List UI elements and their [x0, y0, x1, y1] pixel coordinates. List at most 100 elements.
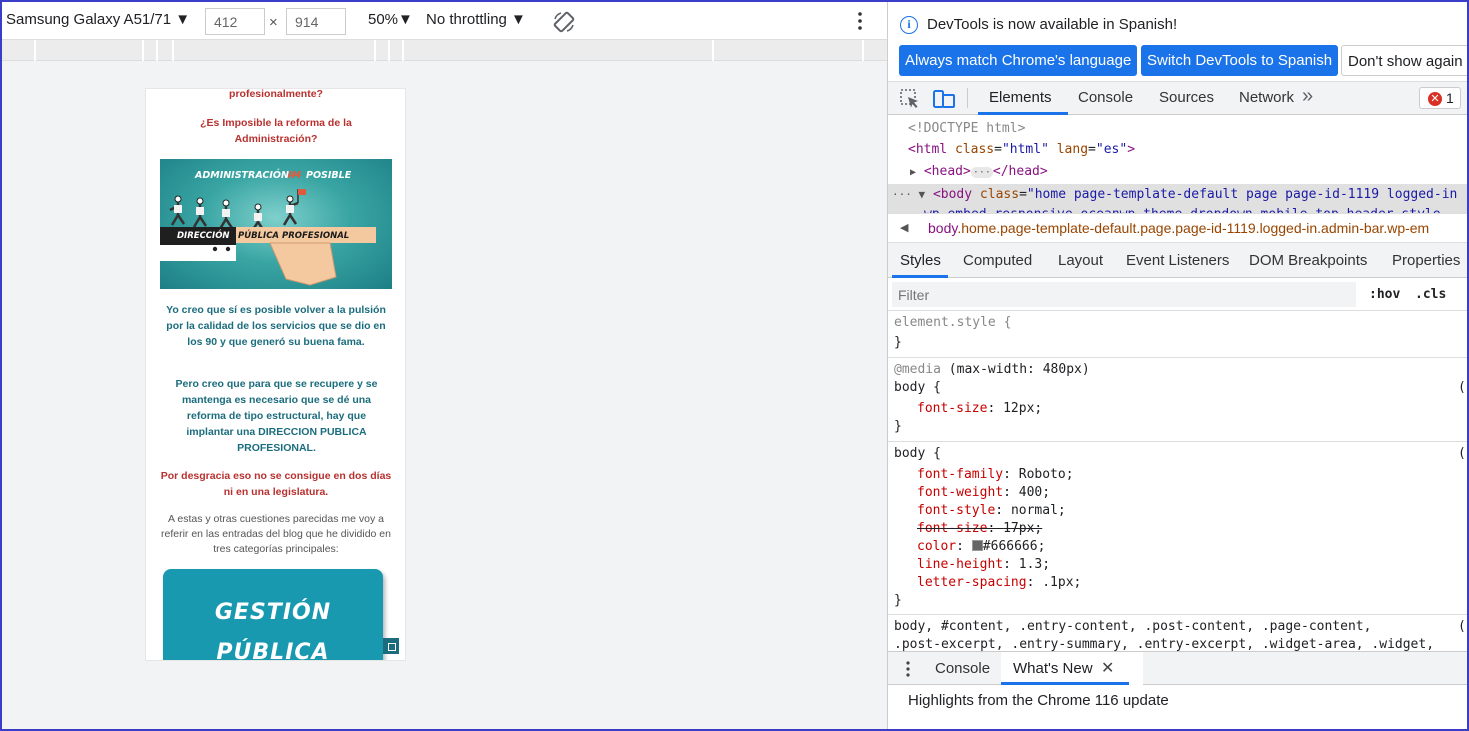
css-property: letter-spacing: [917, 575, 1027, 590]
page-paragraph: Pero creo que para que se recupere y se …: [175, 378, 378, 454]
whats-new-headline: Highlights from the Chrome 116 update: [908, 692, 1169, 709]
more-options-icon[interactable]: [850, 8, 870, 34]
tab-network[interactable]: Network: [1239, 89, 1294, 106]
css-declaration[interactable]: font-weight: 400;: [917, 484, 1050, 502]
infobar-message: DevTools is now available in Spanish!: [927, 16, 1178, 33]
css-declaration[interactable]: font-style: normal;: [917, 502, 1066, 520]
media-query: @media (max-width: 480px): [894, 361, 1090, 379]
card-title: GESTIÓN PÚBLICA: [163, 593, 383, 660]
language-infobar: i DevTools is now available in Spanish! …: [888, 2, 1467, 82]
dont-show-again-button[interactable]: Don't show again: [1341, 45, 1467, 76]
attr-value: "es": [1095, 142, 1128, 157]
page-paragraph: Yo creo que sí es posible volver a la pu…: [166, 304, 386, 348]
ruler-tick: [712, 40, 714, 61]
inspect-element-icon[interactable]: [899, 88, 921, 110]
css-value: 17px;: [1003, 521, 1043, 536]
breadcrumb-tag: body: [928, 220, 958, 236]
tab-dom-breakpoints[interactable]: DOM Breakpoints: [1249, 252, 1367, 269]
drawer-tabs: Console What's New ✕: [888, 651, 1467, 685]
source-link[interactable]: (: [1458, 379, 1466, 397]
rule-close: }: [894, 335, 902, 350]
css-declaration[interactable]: line-height: 1.3;: [917, 556, 1050, 574]
css-declaration[interactable]: color: #666666;: [917, 538, 1045, 556]
collapsed-ellipsis[interactable]: ···: [970, 167, 993, 178]
breadcrumb: ◀ body.home.page-template-default.page.p…: [888, 213, 1467, 243]
drawer-tab-console[interactable]: Console: [935, 660, 990, 677]
rule-selector[interactable]: element.style {: [894, 314, 1011, 332]
tab-layout[interactable]: Layout: [1058, 252, 1103, 269]
ruler-tick: [142, 40, 144, 61]
times-label: ×: [269, 14, 278, 31]
dom-html-node[interactable]: <html class="html" lang="es">: [908, 139, 1135, 161]
device-select[interactable]: Samsung Galaxy A51/71 ▼: [6, 11, 190, 28]
scroll-left-icon[interactable]: ◀: [900, 214, 908, 242]
error-counter-badge[interactable]: ✕ 1: [1419, 87, 1461, 109]
attr-name: class: [979, 187, 1020, 202]
dom-head-node[interactable]: ▶ <head> ··· </head>: [910, 161, 1048, 184]
error-count: 1: [1446, 90, 1454, 106]
rule-close: }: [894, 419, 902, 434]
device-toolbar-toggle-icon[interactable]: [932, 88, 956, 110]
hover-state-toggle[interactable]: :hov: [1369, 287, 1400, 302]
tab-styles[interactable]: Styles: [900, 252, 941, 269]
category-card-gestion-publica[interactable]: GESTIÓN PÚBLICA: [163, 569, 383, 660]
tab-console[interactable]: Console: [1078, 89, 1133, 106]
color-swatch[interactable]: [971, 540, 983, 551]
html-tag-close: >: [1127, 142, 1136, 157]
tab-computed[interactable]: Computed: [963, 252, 1032, 269]
rule-media-body: @media (max-width: 480px) body { ( font-…: [888, 358, 1467, 442]
tab-properties[interactable]: Properties: [1392, 252, 1460, 269]
ruler-tick: [402, 40, 404, 61]
rotate-icon[interactable]: [552, 10, 576, 34]
css-property: font-family: [917, 467, 1004, 482]
class-toggle[interactable]: .cls: [1415, 287, 1446, 302]
css-declaration[interactable]: font-size: 12px;: [917, 400, 1042, 418]
styles-filter-input[interactable]: [892, 282, 1356, 307]
drawer-tab-whats-new[interactable]: What's New ✕: [1001, 652, 1143, 685]
rule-selector[interactable]: body {: [894, 445, 941, 463]
scroll-to-top-button[interactable]: [383, 638, 399, 654]
more-tabs-icon[interactable]: »: [1302, 85, 1313, 108]
breadcrumb-item[interactable]: body.home.page-template-default.page.pag…: [928, 214, 1429, 242]
rule-multi-selector: body, #content, .entry-content, .post-co…: [888, 615, 1467, 651]
attr-value: "html": [1001, 142, 1049, 157]
drawer-menu-icon[interactable]: [904, 660, 912, 678]
dom-tree: <!DOCTYPE html> <html class="html" lang=…: [888, 115, 1467, 213]
media-query-ruler[interactable]: [2, 40, 887, 61]
styles-subtabs: Styles Computed Layout Event Listeners D…: [888, 243, 1467, 278]
height-input[interactable]: [286, 8, 346, 35]
zoom-select[interactable]: 50%▼: [368, 11, 413, 28]
screen-frame: Samsung Galaxy A51/71 ▼ × 50%▼ No thrott…: [0, 0, 1469, 731]
emulated-page[interactable]: profesionalmente? ¿Es Imposible la refor…: [145, 88, 406, 661]
expand-triangle-icon[interactable]: ▶: [910, 167, 916, 178]
devtools-main-tabs: Elements Console Sources Network » ✕ 1: [888, 82, 1467, 115]
css-value: .1px;: [1042, 575, 1082, 590]
zoom-label: 50%: [368, 11, 399, 28]
close-icon[interactable]: ✕: [1101, 658, 1114, 678]
selected-dom-row[interactable]: ··· ▼ <body class="home page-template-de…: [888, 184, 1467, 213]
source-link[interactable]: (: [1458, 445, 1466, 463]
row-actions-icon[interactable]: ··· ▼: [892, 188, 925, 201]
ruler-tick: [388, 40, 390, 61]
source-link[interactable]: (: [1458, 618, 1466, 636]
media-keyword: @media: [894, 362, 941, 377]
css-declaration-overridden[interactable]: font-size: 17px;: [917, 520, 1042, 538]
css-declaration[interactable]: font-family: Roboto;: [917, 466, 1074, 484]
rule-selector[interactable]: body, #content, .entry-content, .post-co…: [894, 618, 1371, 636]
ruler-tick: [156, 40, 158, 61]
dom-doctype[interactable]: <!DOCTYPE html>: [908, 118, 1025, 140]
rule-selector[interactable]: body {: [894, 379, 941, 397]
rule-selector-cont: .post-excerpt, .entry-summary, .entry-ex…: [894, 637, 1435, 651]
tab-elements[interactable]: Elements: [989, 89, 1052, 106]
css-declaration[interactable]: letter-spacing: .1px;: [917, 574, 1081, 592]
always-match-language-button[interactable]: Always match Chrome's language: [899, 45, 1138, 76]
tab-event-listeners[interactable]: Event Listeners: [1126, 252, 1229, 269]
css-property: color: [917, 539, 957, 554]
css-value: Roboto;: [1018, 467, 1074, 482]
viewport-background: [2, 61, 887, 729]
width-input[interactable]: [205, 8, 265, 35]
tab-sources[interactable]: Sources: [1159, 89, 1214, 106]
throttling-select[interactable]: No throttling ▼: [426, 11, 526, 28]
image-title-strike: IM: [288, 170, 302, 181]
switch-to-spanish-button[interactable]: Switch DevTools to Spanish: [1141, 45, 1339, 76]
